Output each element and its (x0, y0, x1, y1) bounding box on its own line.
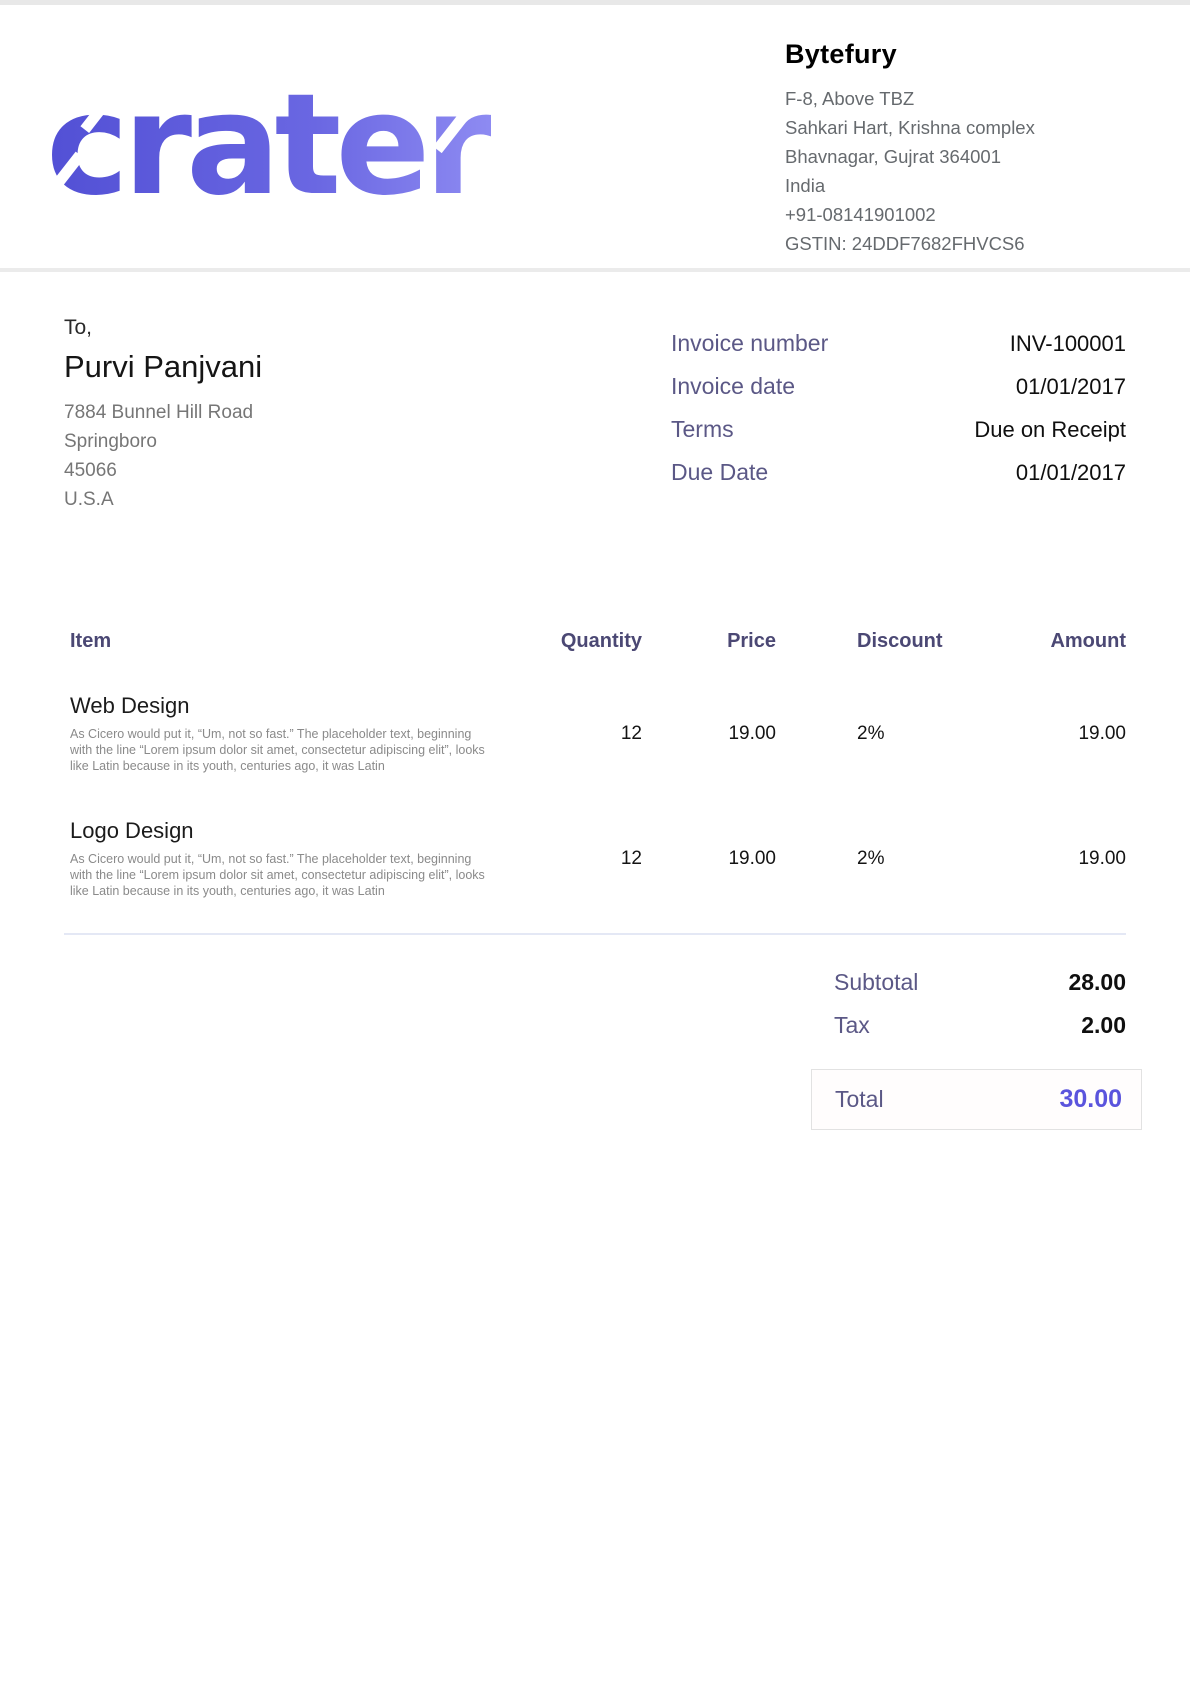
invoice-date-row: Invoice date 01/01/2017 (671, 373, 1126, 416)
item-description: As Cicero would put it, “Um, not so fast… (64, 851, 488, 899)
customer-address-line: U.S.A (64, 485, 262, 514)
company-gstin: GSTIN: 24DDF7682FHVCS6 (785, 229, 1085, 258)
subtotal-row: Subtotal 28.00 (834, 969, 1126, 996)
terms-value: Due on Receipt (974, 417, 1126, 443)
item-cell: Logo Design As Cicero would put it, “Um,… (64, 818, 522, 899)
logo-wrap: crater (46, 69, 491, 222)
company-block: Bytefury F-8, Above TBZ Sahkari Hart, Kr… (785, 39, 1085, 258)
company-name: Bytefury (785, 39, 1085, 70)
customer-name: Purvi Panjvani (64, 349, 262, 385)
customer-address-line: 45066 (64, 456, 262, 485)
terms-row: Terms Due on Receipt (671, 416, 1126, 459)
items-table: Item Quantity Price Discount Amount Web … (64, 630, 1126, 899)
column-header-quantity: Quantity (522, 630, 642, 653)
tax-value: 2.00 (1081, 1012, 1126, 1039)
item-discount: 2% (776, 848, 976, 870)
item-name: Web Design (64, 693, 522, 719)
item-amount: 19.00 (976, 723, 1126, 745)
subtotal-label: Subtotal (834, 969, 918, 996)
customer-address-line: Springboro (64, 427, 262, 456)
item-discount: 2% (776, 723, 976, 745)
column-header-price: Price (642, 630, 776, 653)
item-price: 19.00 (642, 848, 776, 870)
invoice-meta-block: Invoice number INV-100001 Invoice date 0… (671, 330, 1126, 514)
item-price: 19.00 (642, 723, 776, 745)
bill-to-block: To, Purvi Panjvani 7884 Bunnel Hill Road… (64, 316, 262, 514)
due-date-value: 01/01/2017 (1016, 460, 1126, 486)
invoice-number-label: Invoice number (671, 330, 828, 357)
invoice-date-value: 01/01/2017 (1016, 374, 1126, 400)
totals-section: Subtotal 28.00 Tax 2.00 Total 30.00 (64, 969, 1126, 1130)
item-amount: 19.00 (976, 848, 1126, 870)
parties-section: To, Purvi Panjvani 7884 Bunnel Hill Road… (64, 316, 1126, 514)
column-header-amount: Amount (976, 630, 1126, 653)
item-name: Logo Design (64, 818, 522, 844)
invoice-number-row: Invoice number INV-100001 (671, 330, 1126, 373)
total-label: Total (835, 1086, 884, 1113)
invoice-page: { "brand": { "logo_text": "crater", "gra… (0, 0, 1190, 1684)
company-address-line: India (785, 171, 1085, 200)
total-value: 30.00 (1059, 1085, 1122, 1114)
tax-label: Tax (834, 1012, 870, 1039)
tax-row: Tax 2.00 (834, 1012, 1126, 1039)
total-box: Total 30.00 (811, 1069, 1142, 1130)
item-cell: Web Design As Cicero would put it, “Um, … (64, 693, 522, 774)
table-bottom-divider (64, 933, 1126, 935)
company-address-line: Sahkari Hart, Krishna complex (785, 113, 1085, 142)
due-date-row: Due Date 01/01/2017 (671, 459, 1126, 502)
crater-logo: crater (46, 69, 491, 217)
company-phone: +91-08141901002 (785, 200, 1085, 229)
company-address-line: Bhavnagar, Gujrat 364001 (785, 142, 1085, 171)
column-header-item: Item (64, 630, 522, 653)
table-row: Web Design As Cicero would put it, “Um, … (64, 693, 1126, 774)
terms-label: Terms (671, 416, 734, 443)
item-quantity: 12 (522, 723, 642, 745)
due-date-label: Due Date (671, 459, 768, 486)
items-table-header: Item Quantity Price Discount Amount (64, 630, 1126, 653)
bill-to-label: To, (64, 316, 262, 340)
item-quantity: 12 (522, 848, 642, 870)
table-row: Logo Design As Cicero would put it, “Um,… (64, 818, 1126, 899)
invoice-number-value: INV-100001 (1010, 331, 1126, 357)
item-description: As Cicero would put it, “Um, not so fast… (64, 726, 488, 774)
customer-address-line: 7884 Bunnel Hill Road (64, 398, 262, 427)
subtotal-value: 28.00 (1068, 969, 1126, 996)
invoice-body: To, Purvi Panjvani 7884 Bunnel Hill Road… (0, 316, 1190, 1130)
invoice-date-label: Invoice date (671, 373, 795, 400)
company-address-line: F-8, Above TBZ (785, 84, 1085, 113)
invoice-header: crater Bytefury F-8, Above TBZ Sahkari H… (0, 5, 1190, 272)
column-header-discount: Discount (776, 630, 976, 653)
